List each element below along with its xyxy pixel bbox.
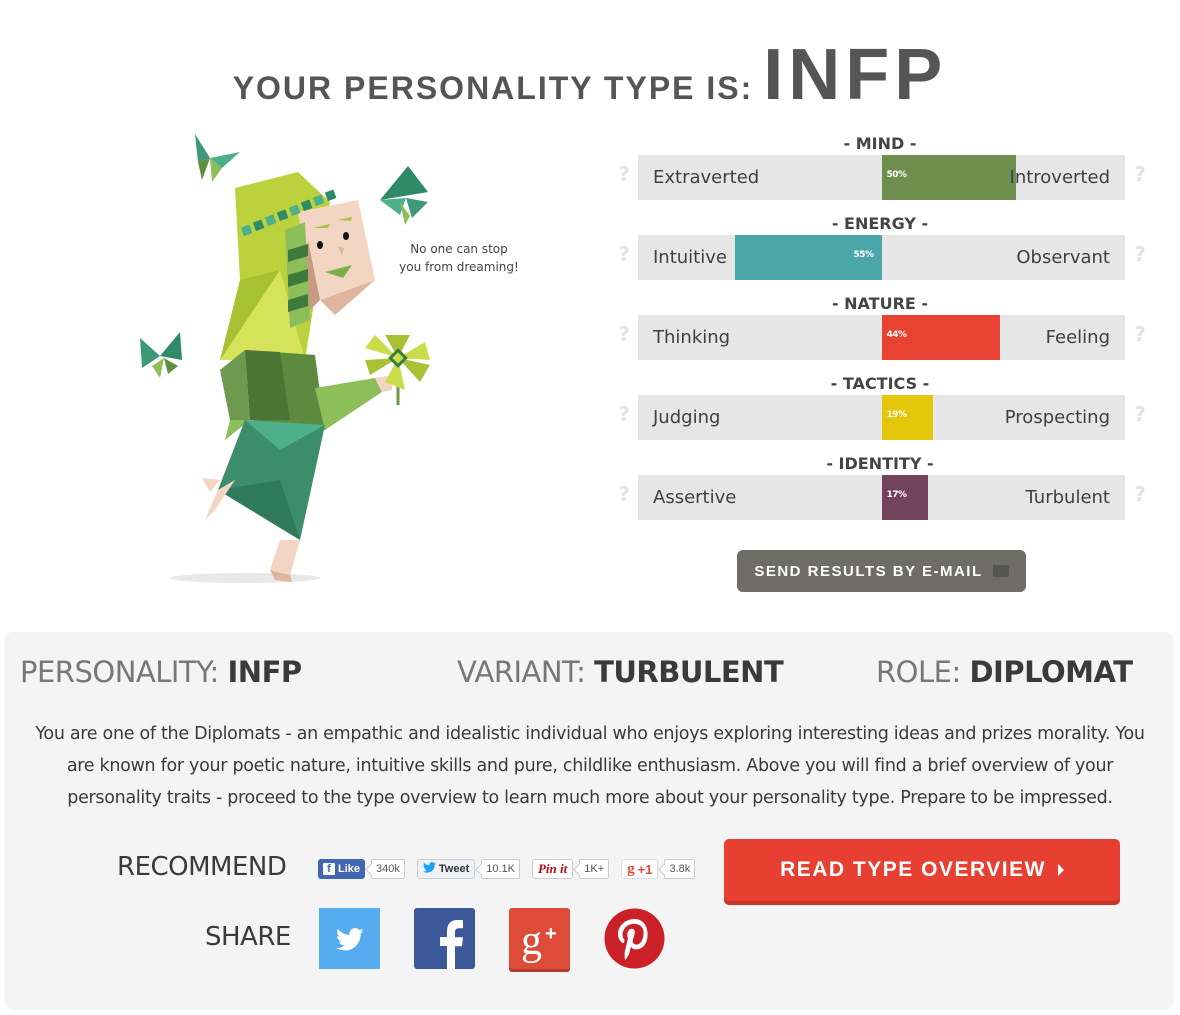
send-results-email-button[interactable]: SEND RESULTS BY E-MAIL [737,550,1026,592]
trait-percent: 17% [886,490,908,500]
help-icon[interactable]: ? [612,322,636,346]
twitter-icon [336,928,364,951]
help-icon[interactable]: ? [1128,482,1152,506]
butterfly-icon [380,166,428,225]
help-icon[interactable]: ? [1128,402,1152,426]
summary-value: INFP [227,655,303,689]
summary-value: DIPLOMAT [969,655,1133,689]
trait-percent: 55% [853,250,875,260]
trait-mind: - MIND - ? 50% Extraverted Introverted ? [610,130,1150,210]
facebook-icon [440,920,463,970]
trait-left-label: Judging [653,407,721,428]
trait-bar: 17% Assertive Turbulent [638,475,1125,520]
pin-it-label: Pin it [537,861,568,876]
character-quote: No one can stop you from dreaming! [399,242,519,274]
help-icon[interactable]: ? [1128,242,1152,266]
read-button-label: READ TYPE OVERVIEW [780,858,1046,881]
google-plus-icon: g + [521,918,557,964]
share-pinterest-button[interactable] [604,908,665,969]
help-icon[interactable]: ? [612,162,636,186]
trait-tactics: - TACTICS - ? 19% Judging Prospecting ? [610,370,1150,450]
trait-right-label: Introverted [1009,167,1110,188]
trait-bar: 19% Judging Prospecting [638,395,1125,440]
type-description: You are one of the Diplomats - an empath… [35,724,1145,808]
facebook-like-button[interactable]: f Like [318,859,366,879]
envelope-icon [992,565,1009,577]
summary-key: PERSONALITY: [20,655,219,689]
plus-one-count: 3.8k [664,859,696,879]
trait-right-label: Observant [1016,247,1110,268]
summary-role: ROLE: DIPLOMAT [876,655,1133,689]
tweet-label: Tweet [438,863,470,875]
like-label: Like [338,863,361,875]
trait-energy: - ENERGY - ? 55% Intuitive Observant ? [610,210,1150,290]
google-plus-one-button[interactable]: g +1 [621,859,659,879]
google-g-icon: g [627,860,635,877]
svg-text:+: + [545,923,557,945]
share-google-plus-button[interactable]: g + [509,908,570,969]
help-icon[interactable]: ? [612,402,636,426]
help-icon[interactable]: ? [1128,322,1152,346]
butterfly-icon [195,134,240,182]
summary-value: TURBULENT [594,655,784,689]
trait-left-label: Extraverted [653,167,760,188]
trait-left-label: Assertive [653,487,737,508]
trait-bar: 55% Intuitive Observant [638,235,1125,280]
trait-percent: 44% [886,330,908,340]
ground-shadow [170,573,320,583]
trait-percent: 19% [886,410,908,420]
trait-title: - TACTICS - [830,374,930,393]
page-title: YOUR PERSONALITY TYPE IS: INFP [0,34,1180,116]
trait-right-label: Prospecting [1004,407,1110,428]
trait-title: - ENERGY - [831,214,929,233]
twitter-bird-icon [422,862,436,876]
character-illustration [130,120,450,590]
pin-count: 1K+ [579,859,610,879]
help-icon[interactable]: ? [612,242,636,266]
trait-bar: 44% Thinking Feeling [638,315,1125,360]
personality-type-code: INFP [763,35,948,115]
tweet-button[interactable]: Tweet [416,859,476,879]
trait-left-label: Intuitive [653,247,727,268]
trait-right-label: Turbulent [1025,487,1110,508]
trait-title: - IDENTITY - [826,454,934,473]
trait-nature: - NATURE - ? 44% Thinking Feeling ? [610,290,1150,370]
share-twitter-button[interactable] [319,908,380,969]
email-button-label: SEND RESULTS BY E-MAIL [754,562,983,580]
tweet-count: 10.1K [481,859,520,879]
trait-right-label: Feeling [1045,327,1110,348]
summary-variant: VARIANT: TURBULENT [457,655,784,689]
share-label: SHARE [205,922,291,952]
trait-percent: 50% [886,170,908,180]
read-type-overview-button[interactable]: READ TYPE OVERVIEW [724,839,1120,901]
summary-key: ROLE: [876,655,961,689]
trait-left-label: Thinking [653,327,731,348]
recommend-label: RECOMMEND [117,852,287,882]
trait-title: - NATURE - [831,294,929,313]
trait-title: - MIND - [843,134,917,153]
butterfly-icon [140,332,182,378]
recommend-buttons: f Like 340k Tweet 10.1K Pin it 1K+ g +1 … [318,858,707,880]
summary-key: VARIANT: [457,655,586,689]
trait-identity: - IDENTITY - ? 17% Assertive Turbulent ? [610,450,1150,530]
facebook-icon: f [323,863,335,875]
title-lead: YOUR PERSONALITY TYPE IS: [232,70,754,106]
help-icon[interactable]: ? [1128,162,1152,186]
svg-text:g: g [521,918,542,964]
plus-one-label: +1 [637,861,653,877]
trait-bar: 50% Extraverted Introverted [638,155,1125,200]
share-facebook-button[interactable] [414,908,475,970]
summary-personality: PERSONALITY: INFP [20,655,302,689]
trait-scales: - MIND - ? 50% Extraverted Introverted ?… [610,130,1150,530]
pinterest-icon [604,908,665,969]
arrow-right-icon [1057,864,1064,876]
pin-it-button[interactable]: Pin it [531,859,574,879]
like-count: 340k [371,859,405,879]
help-icon[interactable]: ? [612,482,636,506]
